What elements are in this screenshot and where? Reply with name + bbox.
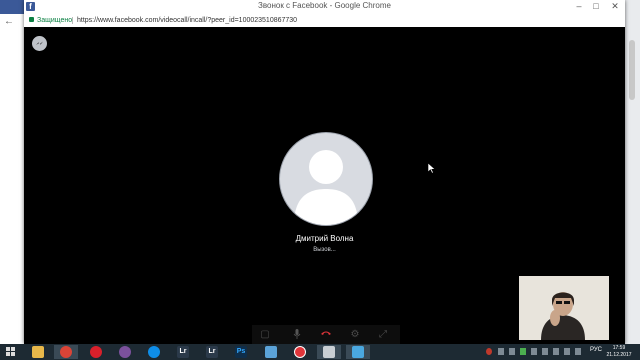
- self-view-video: [519, 276, 609, 340]
- lightroom-icon-2[interactable]: Lr: [200, 345, 224, 359]
- clock[interactable]: 17:59 21.12.2017: [604, 345, 634, 359]
- window-title: Звонок с Facebook - Google Chrome: [258, 1, 391, 10]
- contact-avatar: [279, 132, 373, 226]
- call-status: Вызов...: [313, 247, 336, 253]
- clock-date: 21.12.2017: [606, 352, 632, 358]
- video-camera-icon[interactable]: ▢: [258, 328, 272, 341]
- tray-icon[interactable]: [531, 348, 537, 355]
- title-bar[interactable]: f Звонок с Facebook - Google Chrome – □ …: [24, 0, 625, 15]
- tray-icon[interactable]: [542, 348, 548, 355]
- call-content: Дмитрий Волна Вызов... ▢ ⚙ ⤢: [24, 27, 625, 344]
- monitor-icon[interactable]: [259, 345, 283, 359]
- lock-icon: [29, 17, 34, 22]
- language-indicator[interactable]: РУС: [590, 347, 602, 353]
- secure-label: Защищено: [37, 17, 73, 24]
- teamviewer-icon[interactable]: [142, 345, 166, 359]
- address-bar[interactable]: Защищено https://www.facebook.com/videoc…: [24, 14, 625, 28]
- browser-window-icon[interactable]: [317, 345, 341, 359]
- taskbar: Lr Lr Ps РУС 17:59 21.12.2017: [0, 344, 640, 360]
- clock-time: 17:59: [612, 345, 626, 351]
- back-arrow-icon[interactable]: ←: [4, 16, 14, 27]
- screen-recorder-icon[interactable]: [288, 345, 312, 359]
- record-tray-icon[interactable]: [486, 348, 492, 355]
- tray-icon[interactable]: [520, 348, 526, 355]
- mouse-cursor-icon: [428, 163, 436, 174]
- url-text[interactable]: https://www.facebook.com/videocall/incal…: [77, 14, 297, 27]
- address-separator: [72, 17, 73, 24]
- fullscreen-icon[interactable]: ⤢: [376, 328, 390, 341]
- maximize-button[interactable]: □: [588, 0, 604, 12]
- windows-start-icon[interactable]: [6, 347, 16, 357]
- tray-icon[interactable]: [509, 348, 515, 355]
- battery-icon[interactable]: [564, 348, 570, 355]
- network-icon[interactable]: [553, 348, 559, 355]
- background-page-left: ←: [0, 0, 24, 360]
- call-controls: ▢ ⚙ ⤢: [252, 325, 400, 344]
- close-button[interactable]: ✕: [607, 0, 623, 12]
- call-window: f Звонок с Facebook - Google Chrome – □ …: [24, 0, 625, 344]
- screenshot-tool-icon[interactable]: [346, 345, 370, 359]
- chrome-icon[interactable]: [54, 345, 78, 359]
- photoshop-icon[interactable]: Ps: [229, 345, 253, 359]
- scrollbar[interactable]: [629, 40, 635, 100]
- messenger-icon[interactable]: [32, 36, 47, 51]
- tray-icon[interactable]: [498, 348, 504, 355]
- viber-icon[interactable]: [113, 345, 137, 359]
- file-explorer-icon[interactable]: [26, 345, 50, 359]
- volume-icon[interactable]: [575, 348, 581, 355]
- settings-gear-icon[interactable]: ⚙: [348, 328, 362, 341]
- facebook-header-strip: [0, 0, 24, 14]
- lightroom-icon[interactable]: Lr: [171, 345, 195, 359]
- minimize-button[interactable]: –: [571, 0, 587, 12]
- hang-up-icon[interactable]: [319, 328, 333, 341]
- contact-name: Дмитрий Волна: [295, 234, 354, 243]
- opera-icon[interactable]: [84, 345, 108, 359]
- microphone-icon[interactable]: [290, 328, 304, 341]
- background-page-right: [625, 0, 640, 360]
